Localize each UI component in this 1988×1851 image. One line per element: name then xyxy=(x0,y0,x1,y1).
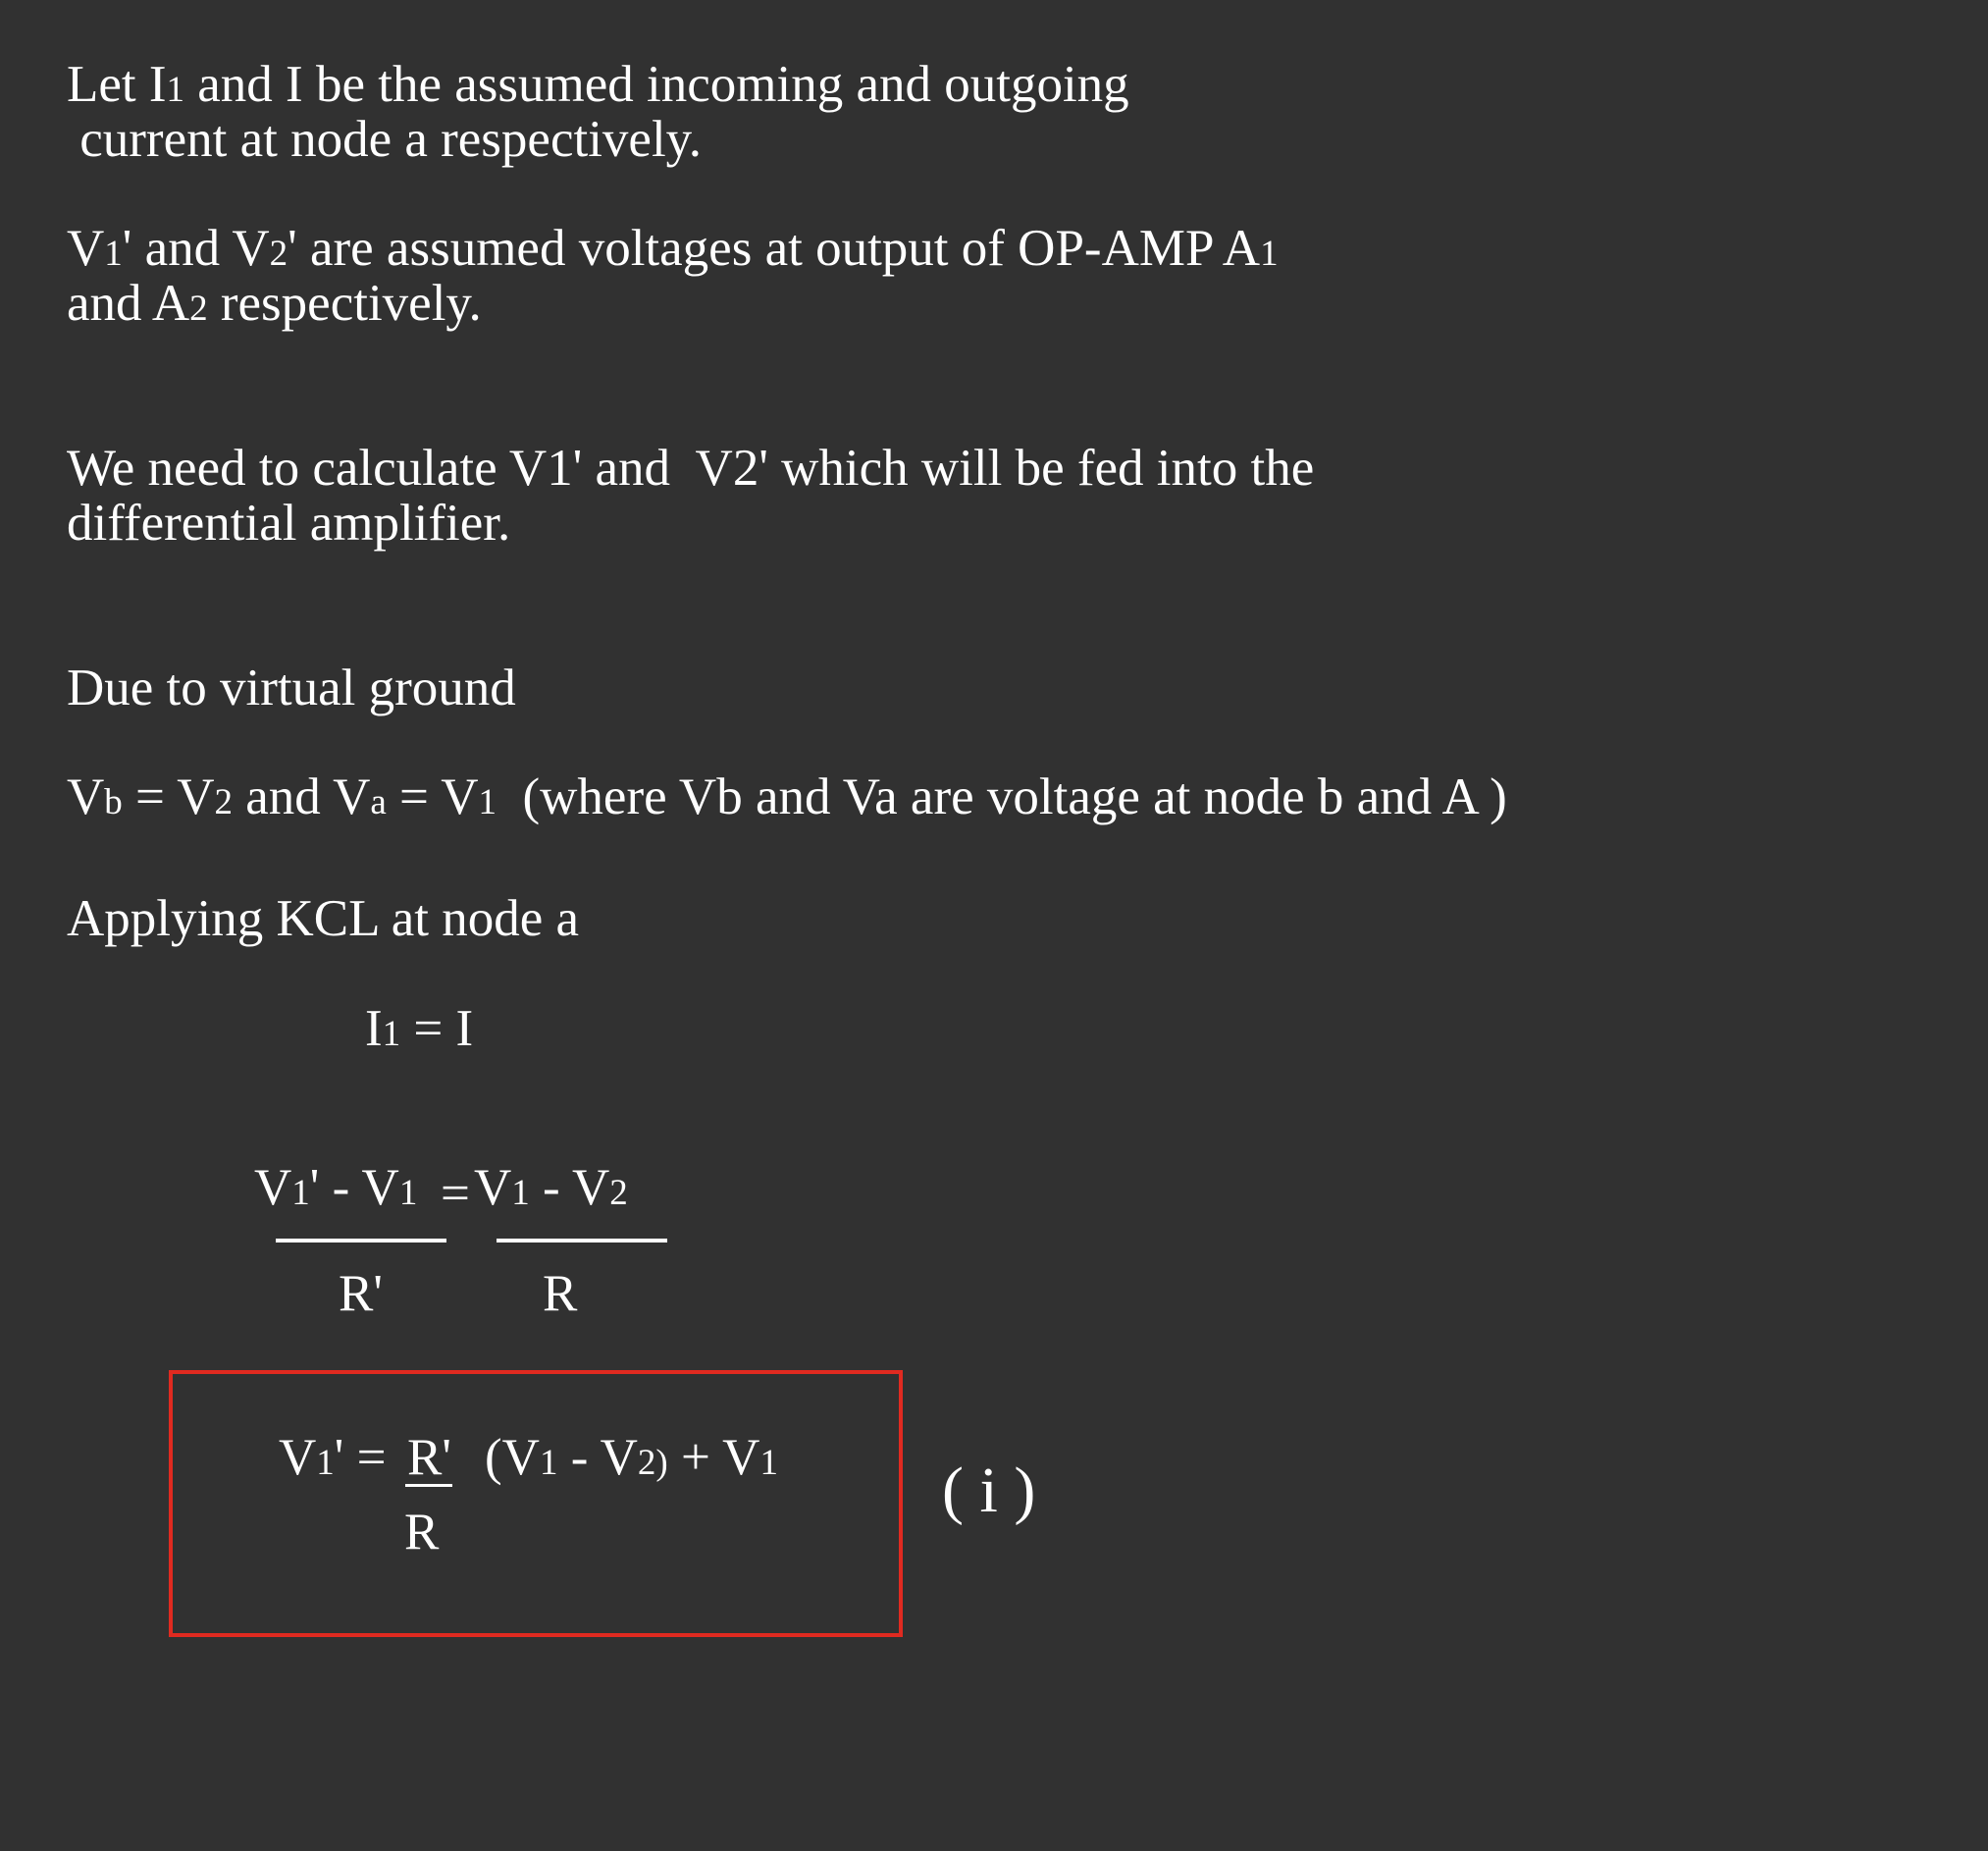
result-lhs: V1' = xyxy=(279,1429,399,1486)
equation-label: ( i ) xyxy=(942,1454,1036,1526)
intro-line-2: current at node a respectively. xyxy=(67,111,702,168)
kcl-equals-sign: = xyxy=(441,1165,470,1222)
result-fraction-denominator: R xyxy=(404,1504,440,1560)
kcl-denominator-left: R' xyxy=(339,1265,383,1322)
result-highlight-box xyxy=(169,1370,903,1637)
result-rhs: (V1 - V2) + V1 xyxy=(485,1429,778,1486)
kcl-fraction-bar-left xyxy=(276,1239,446,1243)
virtual-ground-heading: Due to virtual ground xyxy=(67,660,516,716)
kcl-numerator-right: V1 - V2 xyxy=(474,1159,628,1216)
need-line-2: differential amplifier. xyxy=(67,495,511,552)
intro-line-1: Let I1 and I be the assumed incoming and… xyxy=(67,56,1129,113)
kcl-current-equation: I1 = I xyxy=(365,1000,474,1057)
result-fraction-numerator: R' xyxy=(407,1429,451,1486)
kcl-heading: Applying KCL at node a xyxy=(67,890,580,947)
kcl-fraction-bar-right xyxy=(497,1239,667,1243)
kcl-numerator-left: V1' - V1 xyxy=(254,1159,418,1216)
result-fraction-bar xyxy=(405,1484,452,1487)
assumed-voltages-line-1: V1' and V2' are assumed voltages at outp… xyxy=(67,220,1279,277)
kcl-denominator-right: R xyxy=(543,1265,578,1322)
assumed-voltages-line-2: and A2 respectively. xyxy=(67,275,482,332)
need-line-1: We need to calculate V1' and V2' which w… xyxy=(67,440,1315,497)
virtual-ground-equation: Vb = V2 and Va = V1 (where Vb and Va are… xyxy=(67,768,1507,825)
